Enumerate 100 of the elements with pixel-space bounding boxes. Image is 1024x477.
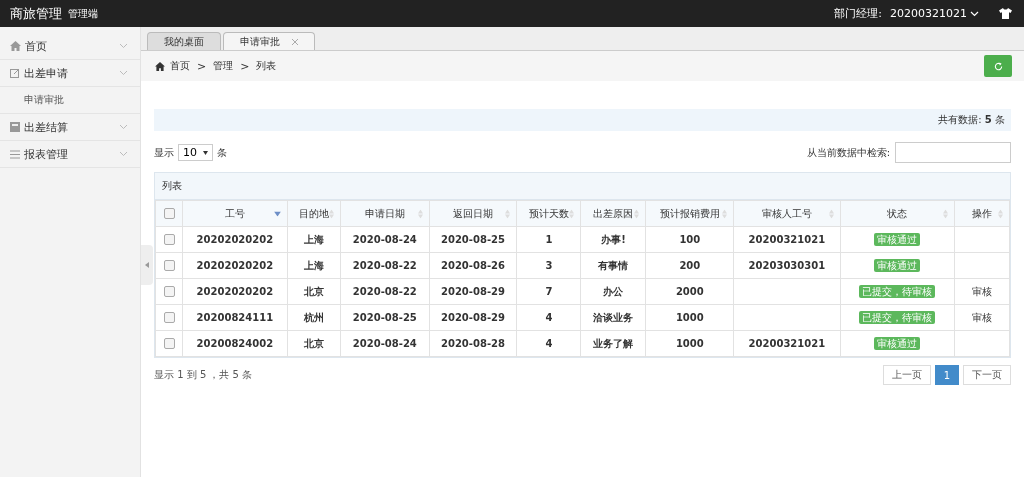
- table-cell: 20202020202: [182, 278, 288, 305]
- app-subtitle: 管理端: [68, 6, 98, 21]
- table-cell: 办公: [581, 278, 646, 305]
- table-cell: 北京: [287, 330, 341, 357]
- table-cell: 2020-08-25: [429, 226, 517, 253]
- table-cell: 杭州: [287, 304, 341, 331]
- status-badge: 已提交，待审核: [859, 310, 936, 324]
- sidebar-item[interactable]: 首页: [0, 33, 140, 60]
- pagination-button[interactable]: 1: [934, 365, 959, 385]
- column-header[interactable]: 目的地: [287, 200, 341, 227]
- breadcrumb-separator: >: [240, 59, 250, 73]
- collapse-handle[interactable]: [141, 245, 153, 285]
- checkbox[interactable]: [163, 260, 175, 272]
- caret-icon: [203, 150, 208, 155]
- tab[interactable]: 申请审批: [223, 32, 315, 50]
- home-icon: [10, 41, 21, 51]
- column-header[interactable]: 申请日期: [340, 200, 430, 227]
- table-cell: 业务了解: [581, 330, 646, 357]
- tab[interactable]: 我的桌面: [147, 32, 221, 50]
- status-badge: 审核通过: [874, 336, 921, 350]
- chevron-icon: [119, 151, 128, 157]
- table-cell: 2020-08-29: [429, 278, 517, 305]
- status-badge: 审核通过: [874, 258, 921, 272]
- sidebar-item[interactable]: 报表管理: [0, 141, 140, 168]
- edit-icon: [10, 68, 20, 78]
- page-size-label: 条: [217, 145, 227, 160]
- search-field[interactable]: [895, 142, 1011, 163]
- refresh-icon: [993, 61, 1003, 71]
- table-cell: 200: [645, 252, 734, 279]
- table-cell: 1000: [645, 304, 734, 331]
- table-cell: 100: [645, 226, 734, 253]
- user-menu[interactable]: 20200321021: [890, 7, 979, 20]
- table-cell: 20200321021: [733, 330, 840, 357]
- table-cell: 20200824002: [182, 330, 288, 357]
- table-cell: 2020-08-28: [429, 330, 517, 357]
- checkbox[interactable]: [163, 286, 175, 298]
- search-label: 从当前数据中检索:: [806, 145, 890, 160]
- table-cell: 上海: [287, 252, 341, 279]
- table-cell: 2020-08-26: [429, 252, 517, 279]
- checkbox[interactable]: [163, 338, 175, 350]
- column-header[interactable]: 审核人工号: [733, 200, 840, 227]
- table-cell: 3: [516, 252, 581, 279]
- table-cell: 有事情: [581, 252, 646, 279]
- page-size-select[interactable]: 10: [178, 144, 213, 161]
- sidebar-subitem[interactable]: 申请审批: [0, 87, 140, 114]
- close-icon[interactable]: [292, 38, 298, 45]
- column-header[interactable]: 状态: [840, 200, 955, 227]
- list-icon: [10, 149, 20, 159]
- table-cell: 办事!: [581, 226, 646, 253]
- table-cell: 20200321021: [733, 226, 840, 253]
- table-cell: 洽谈业务: [581, 304, 646, 331]
- column-header[interactable]: 预计天数: [516, 200, 581, 227]
- breadcrumb-item[interactable]: 管理: [213, 59, 234, 73]
- breadcrumb-item: 列表: [256, 59, 277, 73]
- table-cell: 20203030301: [733, 252, 840, 279]
- table-cell: 4: [516, 330, 581, 357]
- record-count: 共有数据: 5 条: [938, 113, 1005, 127]
- column-header[interactable]: 操作: [954, 200, 1010, 227]
- table-cell: 2020-08-25: [340, 304, 430, 331]
- chevron-icon: [119, 124, 128, 130]
- status-badge: 审核通过: [874, 232, 921, 246]
- table-cell: 7: [516, 278, 581, 305]
- column-header[interactable]: 返回日期: [429, 200, 517, 227]
- sidebar-item[interactable]: 出差申请: [0, 60, 140, 87]
- column-header[interactable]: 出差原因: [581, 200, 646, 227]
- table-cell: 2020-08-29: [429, 304, 517, 331]
- chevron-icon: [119, 43, 128, 49]
- chevron-icon: [970, 10, 979, 17]
- breadcrumb-separator: >: [197, 59, 207, 73]
- table-cell: 2020-08-22: [340, 278, 430, 305]
- role-label: 部门经理:: [834, 6, 882, 21]
- panel-title: 列表: [155, 173, 1010, 200]
- pagination-button[interactable]: 上一页: [882, 365, 931, 385]
- table-cell: 2020-08-24: [340, 226, 430, 253]
- page-summary: 显示 1 到 5 ，共 5 条: [154, 368, 253, 382]
- column-header[interactable]: 预计报销费用: [645, 200, 734, 227]
- home-icon: [155, 61, 165, 71]
- table-cell: 上海: [287, 226, 341, 253]
- pagination-button[interactable]: 下一页: [963, 365, 1011, 385]
- table-cell: 北京: [287, 278, 341, 305]
- breadcrumb-item[interactable]: 首页: [170, 59, 190, 73]
- chevron-icon: [119, 70, 128, 76]
- table-cell: 1: [516, 226, 581, 253]
- table-icon: [10, 122, 20, 132]
- table-cell: 20202020202: [182, 252, 288, 279]
- sidebar-item[interactable]: 出差结算: [0, 114, 140, 141]
- checkbox[interactable]: [163, 234, 175, 246]
- column-header[interactable]: 工号: [182, 200, 288, 227]
- status-badge: 已提交，待审核: [859, 284, 936, 298]
- table-cell: 1000: [645, 330, 734, 357]
- page-size-label: 显示: [154, 145, 174, 160]
- refresh-button[interactable]: [984, 55, 1012, 77]
- table-cell: 2020-08-24: [340, 330, 430, 357]
- shirt-icon[interactable]: [999, 8, 1012, 19]
- app-title: 商旅管理: [10, 4, 62, 23]
- checkbox[interactable]: [163, 312, 175, 324]
- table-cell: 4: [516, 304, 581, 331]
- table-cell: 2000: [645, 278, 734, 305]
- table-cell: 20200824111: [182, 304, 288, 331]
- checkbox[interactable]: [163, 208, 175, 220]
